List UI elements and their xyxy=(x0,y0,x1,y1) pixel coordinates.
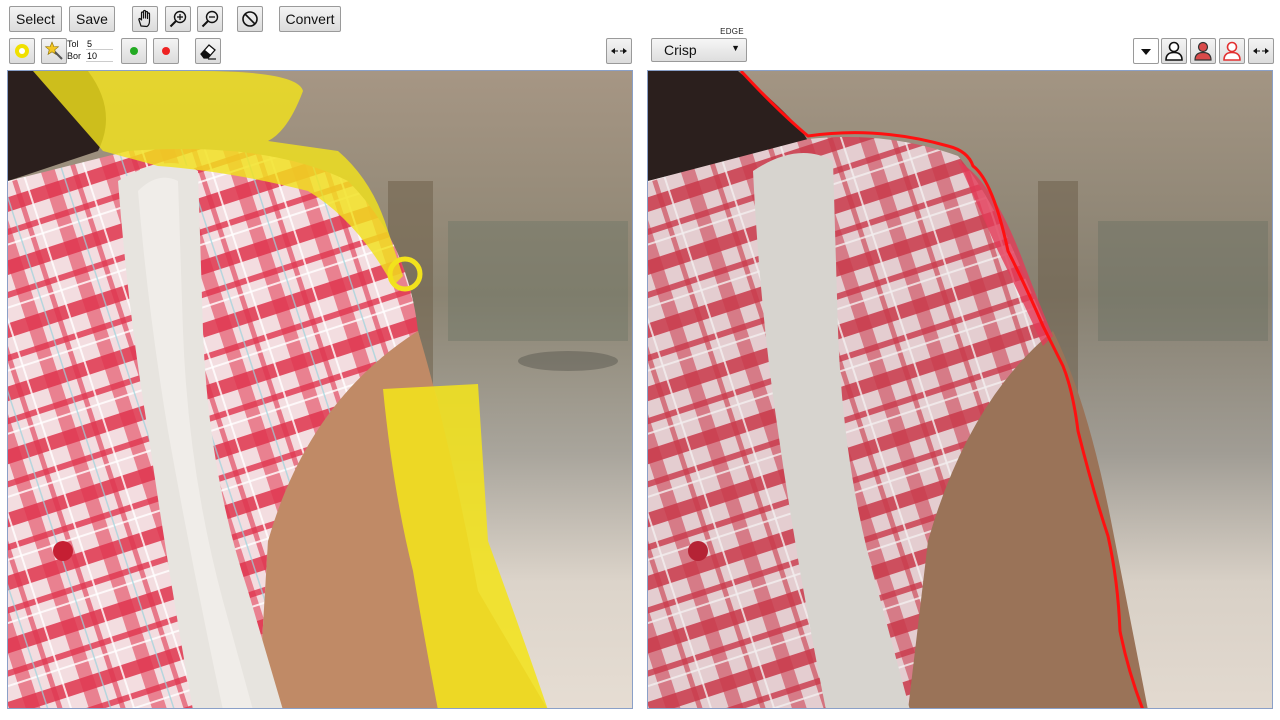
zoom-out-button[interactable] xyxy=(197,6,223,32)
photo-edit-view xyxy=(8,71,632,708)
green-dot-icon xyxy=(130,47,138,55)
magic-wand-icon xyxy=(44,41,63,60)
tol-label: Tol xyxy=(67,39,79,49)
person-filled-icon xyxy=(1194,41,1212,61)
clear-button[interactable] xyxy=(237,6,263,32)
hand-icon xyxy=(138,9,151,28)
photo-preview-view xyxy=(648,71,1272,708)
convert-button[interactable]: Convert xyxy=(279,6,341,32)
bor-label: Bor xyxy=(67,51,82,61)
red-dot-icon xyxy=(162,47,170,55)
person-outline-button[interactable] xyxy=(1161,38,1187,64)
chevron-down-icon: ▼ xyxy=(731,43,740,53)
bor-input[interactable] xyxy=(86,50,113,62)
zoom-out-icon xyxy=(201,10,219,28)
swap-view-button-right[interactable] xyxy=(1248,38,1274,64)
view-dropdown-button[interactable] xyxy=(1133,38,1159,64)
swap-view-button-left[interactable] xyxy=(606,38,632,64)
no-entry-icon xyxy=(242,11,258,27)
hand-tool-button[interactable] xyxy=(132,6,158,32)
edit-canvas[interactable] xyxy=(7,70,633,709)
select-button-label: Select xyxy=(16,11,55,27)
dropdown-icon xyxy=(1141,49,1151,55)
person-outline-icon xyxy=(1165,41,1183,61)
swap-arrows-icon xyxy=(611,48,627,54)
swap-arrows-icon xyxy=(1253,48,1269,54)
edge-select[interactable]: Crisp ▼ xyxy=(651,38,747,62)
person-red-outline-icon xyxy=(1223,41,1241,61)
person-filled-button[interactable] xyxy=(1190,38,1216,64)
edge-label: EDGE xyxy=(720,27,744,36)
select-button[interactable]: Select xyxy=(9,6,62,32)
brush-circle-icon xyxy=(15,44,29,58)
brush-tool-button[interactable] xyxy=(9,38,35,64)
edge-select-value: Crisp xyxy=(664,42,697,58)
remove-marker-button[interactable] xyxy=(153,38,179,64)
keep-marker-button[interactable] xyxy=(121,38,147,64)
preview-canvas[interactable] xyxy=(647,70,1273,709)
convert-button-label: Convert xyxy=(285,11,335,27)
save-button-label: Save xyxy=(76,11,108,27)
zoom-in-button[interactable] xyxy=(165,6,191,32)
eraser-button[interactable] xyxy=(195,38,221,64)
zoom-in-icon xyxy=(169,10,187,28)
magic-wand-button[interactable] xyxy=(41,38,67,64)
tol-input[interactable] xyxy=(86,38,113,50)
eraser-icon xyxy=(200,44,216,60)
person-red-outline-button[interactable] xyxy=(1219,38,1245,64)
save-button[interactable]: Save xyxy=(69,6,115,32)
tolerance-border-panel: Tol Bor xyxy=(67,38,113,64)
